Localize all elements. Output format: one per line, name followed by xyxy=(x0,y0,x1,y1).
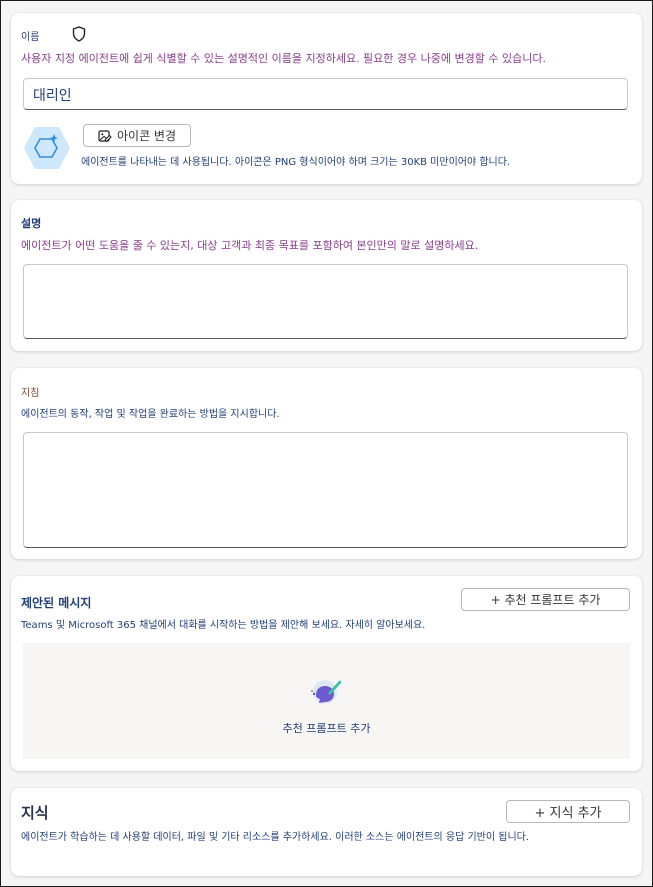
suggested-prompts-empty-area: 추천 프롬프트 추가 xyxy=(23,643,630,759)
agent-hexagon-icon xyxy=(23,126,71,170)
instructions-label: 지침 xyxy=(21,388,40,399)
change-icon-label: 아이콘 변경 xyxy=(116,129,176,143)
add-suggested-prompt-label: + 추천 프롬프트 추가 xyxy=(490,593,601,607)
suggested-messages-card: 제안된 메시지 + 추천 프롬프트 추가 Teams 및 Microsoft 3… xyxy=(11,576,642,771)
description-label: 설명 xyxy=(21,217,42,230)
knowledge-label: 지식 xyxy=(21,804,49,822)
description-textarea[interactable] xyxy=(23,264,628,339)
change-icon-button[interactable]: 아이콘 변경 xyxy=(83,124,191,147)
name-card: 이름 사용자 지정 에이전트에 쉽게 식별할 수 있는 설명적인 이름을 지정하… xyxy=(11,13,642,184)
name-description: 사용자 지정 에이전트에 쉽게 식별할 수 있는 설명적인 이름을 지정하세요.… xyxy=(21,52,546,65)
instructions-help: 에이전트의 동작, 작업 및 작업을 완료하는 방법을 지시합니다. xyxy=(21,409,280,420)
chat-brush-icon xyxy=(308,673,344,709)
suggested-messages-help: Teams 및 Microsoft 365 채널에서 대화를 시작하는 방법을 … xyxy=(21,620,426,631)
name-input-value: 대리인 xyxy=(33,88,72,104)
name-input[interactable]: 대리인 xyxy=(23,78,628,110)
instructions-textarea[interactable] xyxy=(23,432,628,548)
icon-help-text: 에이전트를 나타내는 데 사용됩니다. 아이콘은 PNG 형식이어야 하며 크기… xyxy=(81,157,511,168)
description-help: 에이전트가 어떤 도움을 줄 수 있는지, 대상 고객과 최종 목표를 포함하여… xyxy=(21,239,479,252)
knowledge-card: 지식 + 지식 추가 에이전트가 학습하는 데 사용할 데이터, 파일 및 기타… xyxy=(11,788,642,876)
add-suggested-prompt-button[interactable]: + 추천 프롬프트 추가 xyxy=(461,588,630,611)
add-suggested-prompt-link[interactable]: 추천 프롬프트 추가 xyxy=(23,720,630,736)
instructions-card: 지침 에이전트의 동작, 작업 및 작업을 완료하는 방법을 지시합니다. xyxy=(11,368,642,559)
suggested-messages-label: 제안된 메시지 xyxy=(21,596,92,610)
add-knowledge-label: + 지식 추가 xyxy=(534,806,602,821)
add-knowledge-button[interactable]: + 지식 추가 xyxy=(506,800,630,823)
name-label: 이름 xyxy=(21,32,40,43)
description-card: 설명 에이전트가 어떤 도움을 줄 수 있는지, 대상 고객과 최종 목표를 포… xyxy=(11,200,642,351)
knowledge-help: 에이전트가 학습하는 데 사용할 데이터, 파일 및 기타 리소스를 추가하세요… xyxy=(21,832,530,843)
shield-icon xyxy=(72,26,86,42)
image-edit-icon xyxy=(98,129,112,143)
